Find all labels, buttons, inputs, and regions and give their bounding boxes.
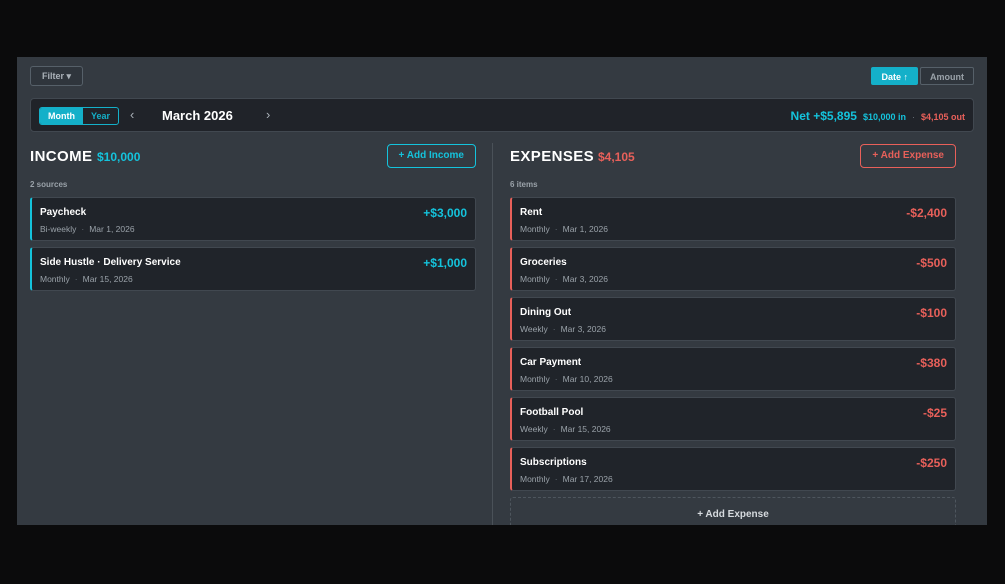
- item-meta: Monthly · Mar 1, 2026: [520, 224, 608, 234]
- item-amount: -$100: [916, 306, 947, 320]
- item-meta: Bi-weekly · Mar 1, 2026: [40, 224, 135, 234]
- meta-separator: ·: [74, 274, 78, 284]
- income-summary: $10,000 in: [862, 112, 906, 122]
- mode-month-button[interactable]: Month: [40, 108, 83, 124]
- item-amount: +$1,000: [423, 256, 467, 270]
- item-date: Mar 15, 2026: [82, 274, 133, 284]
- item-amount: -$2,400: [906, 206, 947, 220]
- item-name: Side Hustle · Delivery Service: [40, 257, 181, 268]
- filter-button[interactable]: Filter ▾: [30, 66, 83, 86]
- meta-separator: ·: [554, 374, 558, 384]
- income-item-paycheck[interactable]: Paycheck Bi-weekly · Mar 1, 2026 +$3,000: [30, 197, 476, 241]
- income-count: 2 sources: [30, 180, 68, 189]
- expenses-column: EXPENSES $4,105 + Add Expense 6 items Re…: [510, 143, 956, 525]
- mode-year-button[interactable]: Year: [83, 108, 118, 124]
- net-total: Net +$5,895: [790, 109, 857, 123]
- item-name: Football Pool: [520, 407, 584, 418]
- net-summary: Net +$5,895 $10,000 in · $4,105 out: [791, 109, 965, 123]
- sort-toggle: Date ↑ Amount: [871, 67, 974, 85]
- column-divider: [492, 143, 493, 525]
- item-meta: Monthly · Mar 15, 2026: [40, 274, 133, 284]
- meta-separator: ·: [552, 424, 556, 434]
- income-item-side-hustle[interactable]: Side Hustle · Delivery Service Monthly · M…: [30, 247, 476, 291]
- sort-date-button[interactable]: Date ↑: [871, 67, 918, 85]
- item-name: Paycheck: [40, 207, 87, 218]
- meta-separator: ·: [554, 224, 558, 234]
- period-title: March 2026: [162, 108, 233, 123]
- meta-separator: ·: [554, 474, 558, 484]
- item-date: Mar 17, 2026: [562, 474, 613, 484]
- item-amount: +$3,000: [423, 206, 467, 220]
- item-amount: -$25: [922, 406, 947, 420]
- budget-app: Filter ▾ Date ↑ Amount Month Year ‹ Marc…: [17, 57, 987, 525]
- item-meta: Weekly · Mar 15, 2026: [520, 424, 611, 434]
- item-frequency: Bi-weekly: [40, 224, 77, 234]
- item-name: Car Payment: [520, 357, 582, 368]
- item-name: Groceries: [520, 257, 567, 268]
- item-meta: Monthly · Mar 17, 2026: [520, 474, 613, 484]
- add-expense-button[interactable]: + Add Expense: [860, 144, 956, 168]
- expense-item-groceries[interactable]: Groceries Monthly · Mar 3, 2026 -$500: [510, 247, 956, 291]
- expenses-total: $4,105: [598, 150, 635, 164]
- item-name: Subscriptions: [520, 457, 587, 468]
- income-title: INCOME: [30, 148, 93, 165]
- item-meta: Monthly · Mar 3, 2026: [520, 274, 608, 284]
- meta-separator: ·: [554, 274, 558, 284]
- chevron-left-icon[interactable]: ‹: [130, 108, 134, 122]
- expense-item-subscriptions[interactable]: Subscriptions Monthly · Mar 17, 2026 -$250: [510, 447, 956, 491]
- item-amount: -$250: [916, 456, 947, 470]
- add-income-button[interactable]: + Add Income: [386, 144, 476, 168]
- item-frequency: Weekly: [520, 424, 548, 434]
- item-meta: Weekly · Mar 3, 2026: [520, 324, 606, 334]
- item-date: Mar 10, 2026: [562, 374, 613, 384]
- expense-item-football-pool[interactable]: Football Pool Weekly · Mar 15, 2026 -$25: [510, 397, 956, 441]
- expenses-title: EXPENSES: [510, 148, 595, 165]
- item-frequency: Monthly: [520, 374, 550, 384]
- expenses-count: 6 items: [510, 180, 538, 189]
- expenses-list: Rent Monthly · Mar 1, 2026 -$2,400 Groceri…: [510, 197, 956, 525]
- item-name: Rent: [520, 207, 543, 218]
- item-date: Mar 1, 2026: [562, 224, 608, 234]
- item-date: Mar 15, 2026: [560, 424, 611, 434]
- income-total: $10,000: [97, 150, 141, 164]
- expense-summary: $4,105 out: [920, 112, 965, 122]
- item-frequency: Monthly: [520, 224, 550, 234]
- item-amount: -$380: [916, 356, 947, 370]
- meta-separator: ·: [552, 324, 556, 334]
- item-date: Mar 1, 2026: [89, 224, 135, 234]
- toolbar: Filter ▾ Date ↑ Amount: [30, 66, 974, 88]
- item-date: Mar 3, 2026: [560, 324, 606, 334]
- income-header: INCOME $10,000 + Add Income: [30, 143, 476, 169]
- period-bar: Month Year ‹ March 2026 › Net +$5,895 $1…: [30, 98, 974, 132]
- expense-item-car-payment[interactable]: Car Payment Monthly · Mar 10, 2026 -$380: [510, 347, 956, 391]
- expense-item-rent[interactable]: Rent Monthly · Mar 1, 2026 -$2,400: [510, 197, 956, 241]
- meta-separator: ·: [81, 224, 85, 234]
- income-list: Paycheck Bi-weekly · Mar 1, 2026 +$3,000 S…: [30, 197, 476, 291]
- income-column: INCOME $10,000 + Add Income 2 sources Pa…: [30, 143, 476, 297]
- item-frequency: Weekly: [520, 324, 548, 334]
- item-frequency: Monthly: [40, 274, 70, 284]
- add-expense-row-button[interactable]: + Add Expense: [510, 497, 956, 525]
- sort-amount-button[interactable]: Amount: [920, 67, 974, 85]
- item-date: Mar 3, 2026: [562, 274, 608, 284]
- summary-separator: ·: [911, 112, 915, 122]
- item-meta: Monthly · Mar 10, 2026: [520, 374, 613, 384]
- chevron-right-icon[interactable]: ›: [266, 108, 270, 122]
- item-frequency: Monthly: [520, 474, 550, 484]
- period-mode-toggle: Month Year: [39, 107, 120, 125]
- item-name: Dining Out: [520, 307, 572, 318]
- item-frequency: Monthly: [520, 274, 550, 284]
- expenses-header: EXPENSES $4,105 + Add Expense: [510, 143, 956, 169]
- item-amount: -$500: [916, 256, 947, 270]
- expense-item-dining-out[interactable]: Dining Out Weekly · Mar 3, 2026 -$100: [510, 297, 956, 341]
